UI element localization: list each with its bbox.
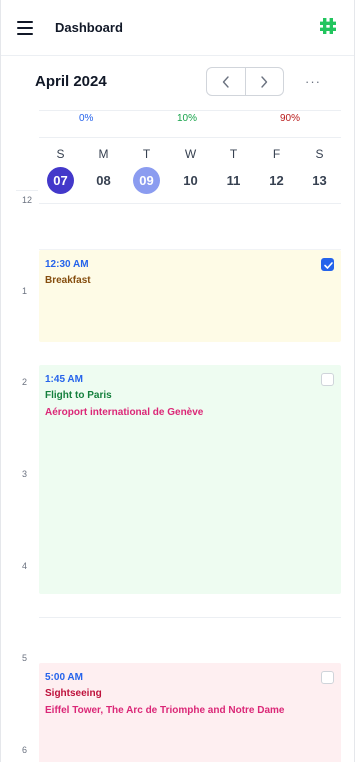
hour-label-3: 3: [22, 469, 28, 479]
hour-line: [39, 617, 341, 618]
hashtag-logo-icon[interactable]: [319, 17, 337, 35]
event-time: 12:30 AM: [45, 259, 89, 270]
event-title: Sightseeing: [45, 688, 102, 699]
event-done-checkbox[interactable]: [321, 373, 334, 386]
day-letter: W: [184, 147, 197, 161]
day-letter: M: [98, 147, 109, 161]
event-card-flight[interactable]: 1:45 AM Flight to Paris Aéroport interna…: [39, 365, 341, 594]
gutter-divider: [16, 190, 38, 191]
event-done-checkbox[interactable]: [321, 671, 334, 684]
day-letter: S: [56, 147, 65, 161]
event-card-breakfast[interactable]: 12:30 AM Breakfast: [39, 250, 341, 342]
event-location: Eiffel Tower, The Arc de Triomphe and No…: [45, 705, 285, 716]
event-card-sightseeing[interactable]: 5:00 AM Sightseeing Eiffel Tower, The Ar…: [39, 663, 341, 762]
next-week-button[interactable]: [244, 68, 283, 95]
top-bar: Dashboard: [1, 0, 354, 56]
event-done-checkbox[interactable]: [321, 258, 334, 271]
app-frame: Dashboard April 2024 ··· 0% 10% 90% S 07…: [0, 0, 355, 762]
month-label: April 2024: [35, 73, 107, 90]
hour-line: [39, 203, 341, 204]
hour-label-4: 4: [22, 561, 28, 571]
chevron-left-icon: [222, 75, 229, 88]
progress-high: 90%: [280, 113, 301, 124]
event-time: 5:00 AM: [45, 672, 83, 683]
hour-label-5: 5: [22, 653, 28, 663]
event-title: Flight to Paris: [45, 390, 112, 401]
checkmark-icon: [324, 262, 333, 269]
hour-label-6: 6: [22, 745, 28, 755]
day-letter: F: [272, 147, 281, 161]
day-letter: S: [315, 147, 324, 161]
progress-low: 0%: [79, 113, 94, 124]
event-time: 1:45 AM: [45, 374, 83, 385]
hour-label-2: 2: [22, 377, 28, 387]
menu-icon[interactable]: [17, 21, 33, 35]
previous-week-button[interactable]: [207, 68, 245, 95]
day-letter: T: [229, 147, 238, 161]
hour-label-12: 12: [22, 195, 33, 205]
page-title: Dashboard: [55, 20, 123, 35]
progress-mid: 10%: [177, 113, 198, 124]
chevron-right-icon: [261, 75, 268, 88]
more-options-button[interactable]: ···: [303, 72, 323, 90]
progress-row: 0% 10% 90%: [39, 110, 341, 138]
event-title: Breakfast: [45, 275, 91, 286]
day-letter: T: [142, 147, 151, 161]
event-location: Aéroport international de Genève: [45, 407, 204, 418]
hour-label-1: 1: [22, 286, 28, 296]
month-navigation: [206, 67, 284, 96]
timeline: 12 1 2 3 4 5 6 12:30 AM Breakfast 1:45 A…: [1, 190, 354, 762]
